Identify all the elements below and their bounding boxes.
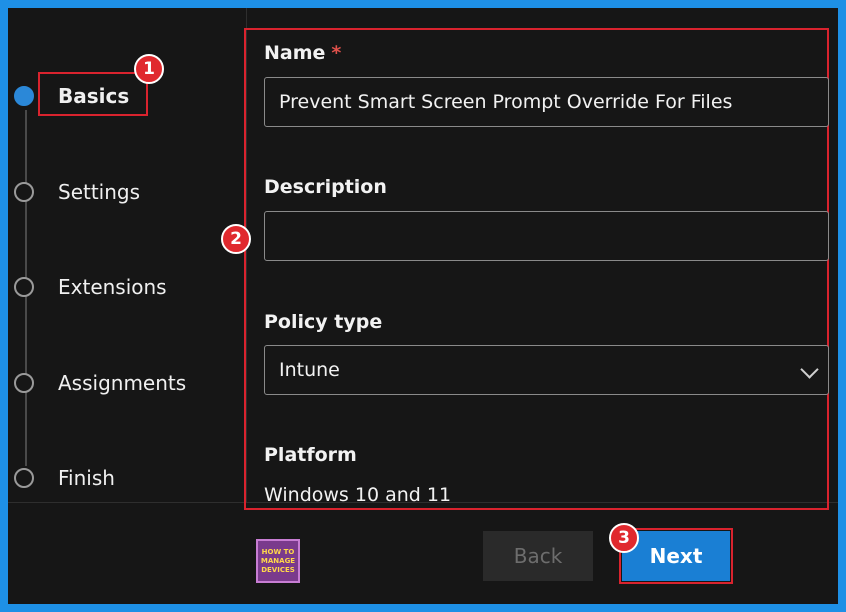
step-active-dot-icon: [14, 86, 34, 106]
name-input[interactable]: Prevent Smart Screen Prompt Override For…: [264, 77, 829, 127]
description-input[interactable]: [264, 211, 829, 261]
name-input-value: Prevent Smart Screen Prompt Override For…: [279, 91, 733, 113]
description-label: Description: [264, 176, 387, 198]
step-label: Assignments: [58, 371, 187, 395]
step-dot-icon: [14, 468, 34, 488]
logo-line: MANAGE: [260, 556, 296, 565]
back-button[interactable]: Back: [483, 531, 593, 581]
step-dot-icon: [14, 373, 34, 393]
step-label: Finish: [58, 466, 115, 490]
step-label: Extensions: [58, 275, 167, 299]
platform-label: Platform: [264, 444, 357, 466]
step-dot-icon: [14, 277, 34, 297]
step-label: Settings: [58, 180, 141, 204]
name-label-text: Name: [264, 42, 326, 64]
annotation-badge-2: 2: [221, 224, 251, 254]
logo-line: DEVICES: [261, 565, 295, 574]
policy-type-select[interactable]: Intune: [264, 345, 829, 395]
how-to-manage-devices-logo: HOW TO MANAGE DEVICES: [256, 539, 300, 583]
step-dot-icon: [14, 182, 34, 202]
policy-type-value: Intune: [279, 359, 340, 381]
name-label: Name *: [264, 42, 341, 64]
annotation-badge-3: 3: [609, 523, 639, 553]
annotation-badge-1: 1: [134, 54, 164, 84]
logo-line: HOW TO: [261, 547, 295, 556]
chevron-down-icon: [800, 360, 819, 379]
required-asterisk: *: [331, 42, 342, 64]
highlight-basics: [38, 72, 148, 116]
policy-type-label: Policy type: [264, 311, 383, 333]
platform-value: Windows 10 and 11: [264, 484, 452, 506]
